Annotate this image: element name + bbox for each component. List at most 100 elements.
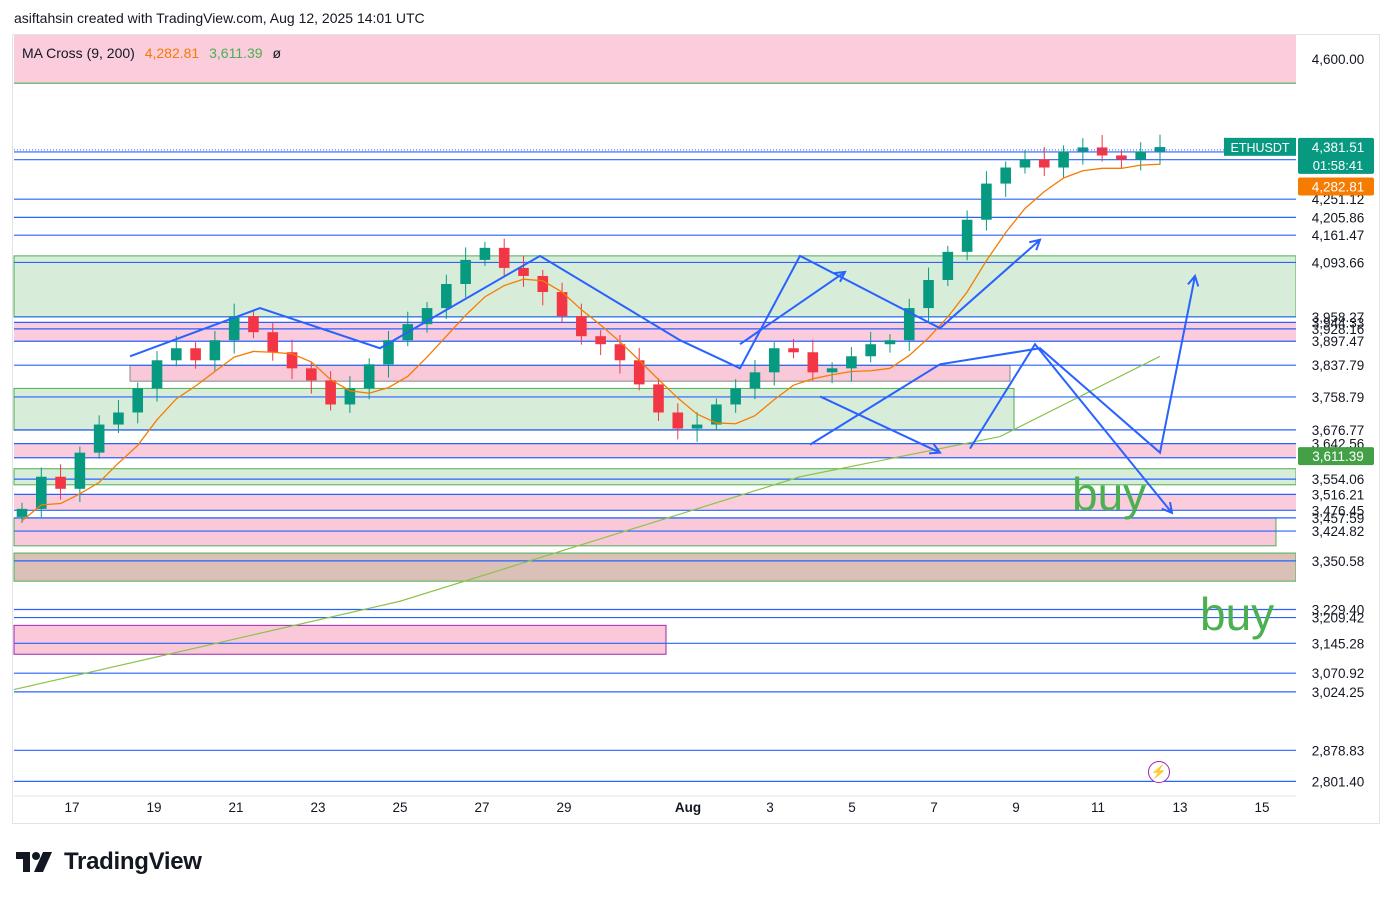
y-tick-label: 4,600.00 (1312, 52, 1365, 67)
candle-body[interactable] (55, 476, 66, 489)
candle-body[interactable] (846, 356, 857, 369)
x-tick-label: Aug (675, 800, 701, 815)
candle-body[interactable] (730, 388, 741, 405)
supply-box (129, 365, 1011, 382)
x-tick-label: 13 (1172, 800, 1187, 815)
y-tick-label: 3,837.79 (1312, 358, 1365, 373)
candle-body[interactable] (460, 259, 471, 284)
visibility-icon[interactable]: ø (272, 45, 281, 61)
x-tick-label: 17 (64, 800, 79, 815)
tradingview-logo-icon (16, 852, 52, 872)
candle-body[interactable] (826, 368, 838, 373)
candle-body[interactable] (1000, 167, 1011, 184)
y-tick-label: 3,897.47 (1312, 334, 1365, 349)
x-tick-label: 19 (146, 800, 161, 815)
indicator-name: MA Cross (9, 200) (22, 45, 135, 61)
alert-flash-icon[interactable]: ⚡ (1148, 761, 1170, 783)
x-tick-label: 5 (848, 800, 856, 815)
y-tick-label: 4,093.66 (1312, 255, 1365, 270)
candle-body[interactable] (151, 360, 163, 389)
candle-body[interactable] (691, 424, 703, 429)
x-tick-label: 7 (930, 800, 938, 815)
y-tick-label: 2,878.83 (1312, 743, 1365, 758)
candle-body[interactable] (1058, 151, 1069, 168)
candle-body[interactable] (363, 364, 375, 389)
candle-body[interactable] (981, 183, 992, 220)
countdown-label: 01:58:41 (1313, 158, 1364, 173)
candle-body[interactable] (1096, 147, 1108, 156)
candle-body[interactable] (537, 275, 549, 293)
last-price-tag: 4,381.51 (1312, 140, 1365, 155)
candle-body[interactable] (325, 380, 336, 405)
candle-body[interactable] (768, 348, 780, 373)
candle-body[interactable] (518, 267, 529, 276)
candle-body[interactable] (788, 348, 799, 353)
y-tick-label: 4,205.86 (1312, 210, 1365, 225)
y-tick-label: 3,145.28 (1312, 636, 1365, 651)
candle-body[interactable] (248, 316, 259, 333)
pink-box-bottom (13, 624, 667, 655)
candle-body[interactable] (306, 368, 317, 381)
candle-body[interactable] (942, 251, 954, 280)
candle-body[interactable] (576, 316, 587, 337)
y-tick-label: 3,070.92 (1312, 666, 1365, 681)
demand-zone (13, 255, 1297, 318)
candle-body[interactable] (1116, 155, 1127, 160)
candle-body[interactable] (93, 424, 105, 453)
candle-body[interactable] (672, 412, 684, 429)
buy-annotation: buy (1200, 588, 1274, 640)
price-chart[interactable]: buybuy4,600.004,368.794,349.464,251.124,… (0, 0, 1392, 900)
candle-body[interactable] (884, 340, 896, 345)
y-tick-label: 3,516.21 (1312, 487, 1365, 502)
candle-body[interactable] (1135, 151, 1147, 160)
x-tick-label: 15 (1254, 800, 1269, 815)
candle-body[interactable] (190, 348, 201, 361)
candle-body[interactable] (209, 340, 221, 361)
candle-body[interactable] (498, 247, 510, 268)
ma-slow-value: 3,611.39 (209, 45, 263, 61)
x-tick-label: 27 (474, 800, 489, 815)
candle-body[interactable] (171, 348, 182, 361)
y-tick-label: 3,024.25 (1312, 685, 1365, 700)
ma-slow-tag: 3,611.39 (1312, 449, 1364, 464)
ma-fast-value: 4,282.81 (144, 45, 200, 61)
y-tick-label: 3,424.82 (1312, 524, 1365, 539)
candle-body[interactable] (267, 332, 279, 353)
candle-body[interactable] (16, 508, 28, 517)
x-tick-label: 29 (556, 800, 571, 815)
candle-body[interactable] (595, 336, 606, 345)
y-tick-label: 4,161.47 (1312, 228, 1365, 243)
candle-body[interactable] (749, 372, 761, 389)
support-box (13, 387, 1015, 431)
candle-body[interactable] (961, 219, 973, 252)
x-tick-label: 21 (228, 800, 243, 815)
pink-box-low (13, 517, 1277, 547)
y-tick-label: 2,801.40 (1312, 774, 1365, 789)
x-tick-label: 25 (392, 800, 407, 815)
x-tick-label: 11 (1091, 800, 1105, 815)
candle-body[interactable] (441, 283, 452, 309)
candle-body[interactable] (479, 247, 491, 260)
logo-text: TradingView (64, 848, 202, 875)
candle-body[interactable] (1019, 159, 1031, 168)
indicator-legend[interactable]: MA Cross (9, 200) 4,282.81 3,611.39 ø (22, 45, 281, 61)
candle-body[interactable] (286, 352, 298, 369)
candle-body[interactable] (1038, 159, 1050, 168)
tradingview-logo[interactable]: TradingView (16, 848, 202, 876)
candle-body[interactable] (132, 388, 144, 413)
candle-body[interactable] (923, 279, 934, 309)
candle-body[interactable] (1154, 147, 1166, 152)
x-tick-label: 3 (766, 800, 774, 815)
candle-body[interactable] (614, 344, 626, 361)
candle-body[interactable] (74, 452, 86, 489)
candle-body[interactable] (653, 384, 664, 413)
candle-body[interactable] (113, 412, 124, 425)
x-tick-label: 23 (310, 800, 325, 815)
pink-zone-mid (14, 443, 1296, 458)
candle-body[interactable] (865, 344, 876, 357)
y-tick-label: 3,209.42 (1312, 611, 1365, 626)
y-tick-label: 3,554.06 (1312, 472, 1365, 487)
candle-body[interactable] (807, 352, 819, 373)
ma-fast-tag: 4,282.81 (1312, 179, 1365, 194)
y-tick-label: 3,350.58 (1312, 554, 1365, 569)
